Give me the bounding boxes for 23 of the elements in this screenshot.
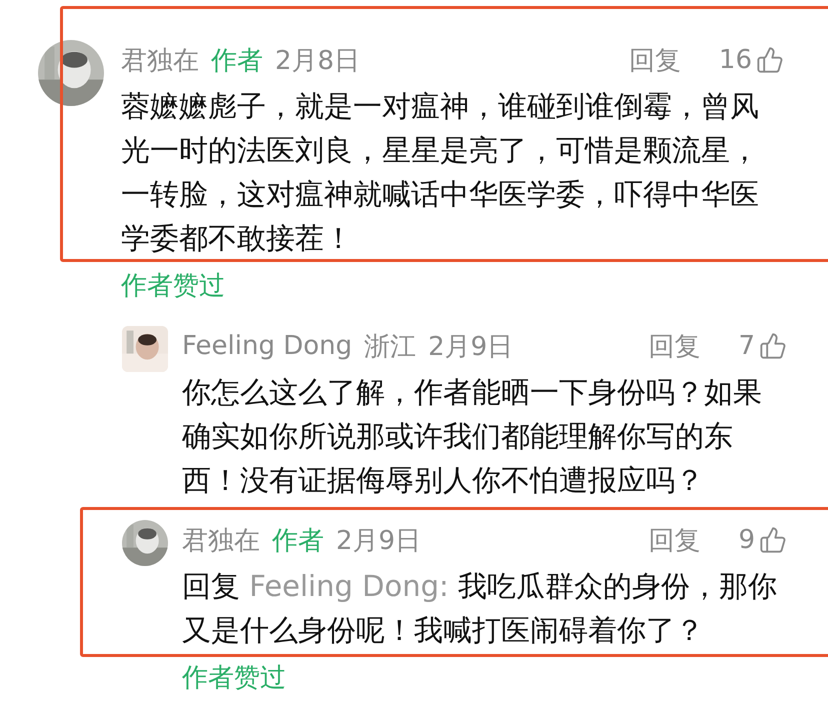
comment-date: 2月9日 [336, 524, 422, 558]
comment-date: 2月9日 [428, 330, 514, 364]
author-tag: 作者 [211, 42, 263, 78]
comment-text: 你怎么这么了解，作者能晒一下身份吗？如果确实如你所说那或许我们都能理解你写的东西！没有证据侮辱别人你不怕遭报应吗？ [182, 374, 763, 499]
reply-button[interactable]: 回复 [648, 328, 700, 364]
author-name: 君独在 [121, 44, 199, 78]
comment-date: 2月8日 [275, 44, 360, 78]
comment-text: 回复 Feeling Dong: 我吃瓜群众的身份，那你又是什么身份呢！我喊打医闹碍着你了？ [182, 568, 778, 649]
reply-button[interactable]: 回复 [628, 42, 681, 78]
author-tag: 作者 [272, 522, 324, 558]
thumbs-up-icon [759, 332, 787, 360]
thumbs-up-icon [756, 46, 784, 74]
like-button[interactable]: 9 [738, 525, 787, 555]
author-liked-label: 作者赞过 [182, 662, 287, 695]
like-button[interactable]: 7 [738, 331, 787, 361]
reply-button[interactable]: 回复 [648, 522, 700, 558]
comment-text: 蓉嬷嬷彪子，就是一对瘟神，谁碰到谁倒霉，曾风光一时的法医刘良，星星是亮了，可惜是颗流星，一转脸，这对瘟神就喊话中华医学委，吓得中华医学委都不敢接茬！ [121, 88, 760, 257]
author-name: Feeling Dong [182, 331, 352, 361]
thumbs-up-icon [759, 526, 787, 554]
author-liked-label: 作者赞过 [121, 270, 226, 303]
author-name: 君独在 [182, 524, 260, 558]
location: 浙江 [364, 330, 416, 364]
like-button[interactable]: 16 [718, 45, 784, 75]
